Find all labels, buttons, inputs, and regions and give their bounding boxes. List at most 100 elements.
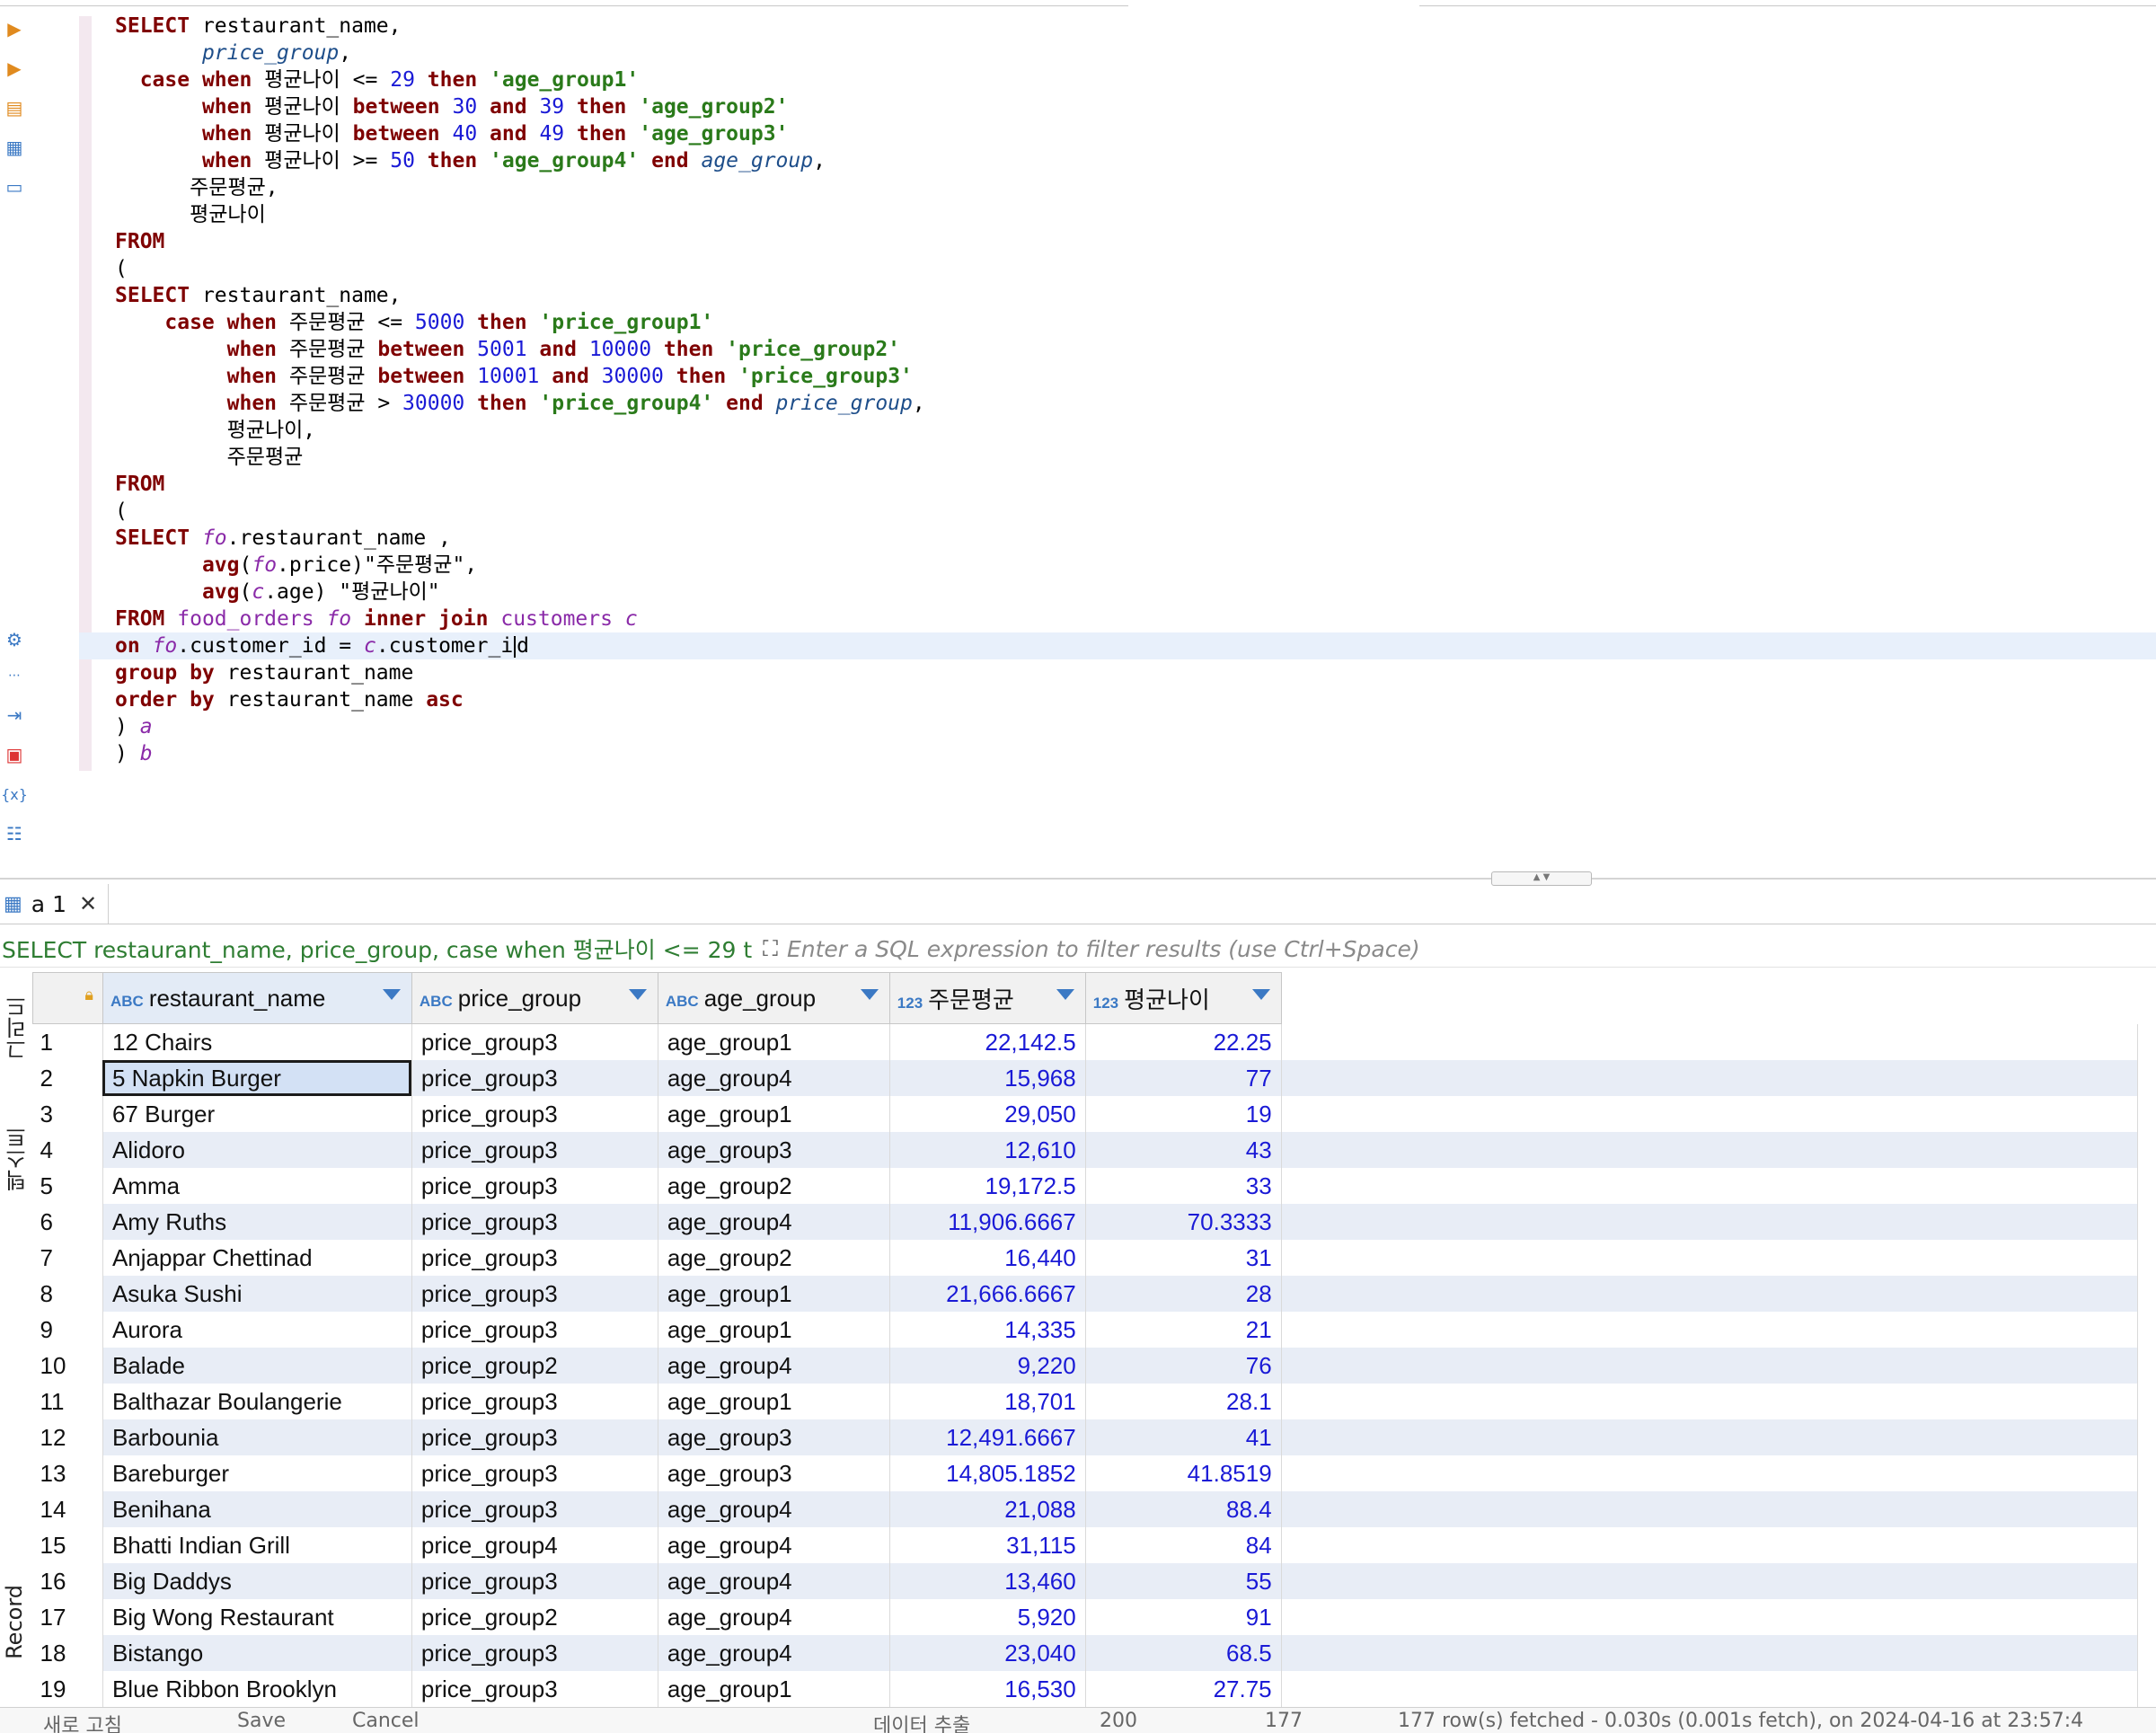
table-cell[interactable]: 21: [1084, 1312, 1282, 1348]
chevron-down-icon[interactable]: [382, 989, 401, 1000]
code-line[interactable]: order by restaurant_name asc: [115, 686, 2156, 713]
execute-script-icon[interactable]: ▤: [4, 97, 25, 119]
table-cell[interactable]: 77: [1084, 1060, 1282, 1096]
execute-statement-icon[interactable]: ▶: [4, 18, 25, 40]
table-cell[interactable]: 70.3333: [1084, 1204, 1282, 1240]
table-cell[interactable]: 31: [1084, 1240, 1282, 1276]
table-cell[interactable]: age_group3: [657, 1455, 890, 1491]
fetch-size-input[interactable]: 200: [1100, 1710, 1137, 1732]
table-cell[interactable]: 11,906.6667: [888, 1204, 1086, 1240]
table-cell[interactable]: age_group3: [657, 1419, 890, 1455]
table-row[interactable]: 15 Bhatti Indian Grill price_group4 age_gro…: [32, 1527, 2139, 1563]
outline-icon[interactable]: ☷: [4, 823, 25, 844]
table-cell[interactable]: age_group2: [657, 1168, 890, 1204]
table-cell[interactable]: price_group3: [411, 1204, 658, 1240]
row-number[interactable]: 3: [32, 1096, 103, 1132]
table-cell[interactable]: 28: [1084, 1276, 1282, 1312]
table-cell[interactable]: price_group3: [411, 1635, 658, 1671]
row-number[interactable]: 18: [32, 1635, 103, 1671]
close-icon[interactable]: ✕: [79, 891, 97, 916]
table-row[interactable]: 8 Asuka Sushi price_group3 age_group1 21,666…: [32, 1276, 2139, 1312]
code-line[interactable]: 평균나이,: [115, 417, 2156, 444]
table-cell[interactable]: price_group3: [411, 1168, 658, 1204]
table-cell[interactable]: Bistango: [102, 1635, 412, 1671]
code-line[interactable]: when 주문평균 between 5001 and 10000 then 'p…: [115, 336, 2156, 363]
table-cell[interactable]: 19: [1084, 1096, 1282, 1132]
code-line[interactable]: group by restaurant_name: [115, 659, 2156, 686]
export-button[interactable]: 데이터 추출: [873, 1710, 970, 1733]
refresh-button[interactable]: 새로 고침: [43, 1710, 122, 1733]
table-cell[interactable]: 55: [1084, 1563, 1282, 1599]
column-header-average-age[interactable]: 123 평균나이: [1084, 972, 1282, 1024]
table-cell[interactable]: 21,088: [888, 1491, 1086, 1527]
row-number[interactable]: 19: [32, 1671, 103, 1707]
code-line[interactable]: avg(fo.price)"주문평균",: [115, 552, 2156, 579]
row-number[interactable]: 2: [32, 1060, 103, 1096]
execute-in-new-tab-icon[interactable]: ▶: [4, 57, 25, 79]
row-number[interactable]: 16: [32, 1563, 103, 1599]
table-cell[interactable]: price_group3: [411, 1312, 658, 1348]
table-cell[interactable]: price_group2: [411, 1348, 658, 1384]
table-cell[interactable]: Alidoro: [102, 1132, 412, 1168]
table-row[interactable]: 5 Amma price_group3 age_group2 19,172.5 33: [32, 1168, 2139, 1204]
table-cell[interactable]: age_group4: [657, 1204, 890, 1240]
row-number[interactable]: 4: [32, 1132, 103, 1168]
save-button[interactable]: Save: [237, 1710, 286, 1732]
sql-editor[interactable]: SELECT restaurant_name, price_group, cas…: [79, 13, 2156, 767]
explain-plan-icon[interactable]: ▦: [4, 137, 25, 158]
table-cell[interactable]: price_group3: [411, 1563, 658, 1599]
table-cell[interactable]: age_group1: [657, 1312, 890, 1348]
table-cell[interactable]: 31,115: [888, 1527, 1086, 1563]
code-line[interactable]: FROM: [115, 471, 2156, 498]
chevron-down-icon[interactable]: [1251, 989, 1270, 1000]
row-number[interactable]: 11: [32, 1384, 103, 1419]
table-cell[interactable]: 13,460: [888, 1563, 1086, 1599]
table-cell[interactable]: 16,530: [888, 1671, 1086, 1707]
table-row[interactable]: 7 Anjappar Chettinad price_group3 age_group…: [32, 1240, 2139, 1276]
table-cell[interactable]: 84: [1084, 1527, 1282, 1563]
row-number[interactable]: 7: [32, 1240, 103, 1276]
row-number[interactable]: 12: [32, 1419, 103, 1455]
table-cell[interactable]: Benihana: [102, 1491, 412, 1527]
table-row[interactable]: 10 Balade price_group2 age_group4 9,220 76: [32, 1348, 2139, 1384]
code-line[interactable]: (: [115, 498, 2156, 525]
code-line[interactable]: avg(c.age) "평균나이": [115, 579, 2156, 606]
table-cell[interactable]: 16,440: [888, 1240, 1086, 1276]
table-cell[interactable]: 9,220: [888, 1348, 1086, 1384]
table-row[interactable]: 1 12 Chairs price_group3 age_group1 22,142.5…: [32, 1023, 2139, 1060]
table-cell[interactable]: 88.4: [1084, 1491, 1282, 1527]
row-number[interactable]: 10: [32, 1348, 103, 1384]
table-cell[interactable]: price_group3: [411, 1096, 658, 1132]
row-number[interactable]: 17: [32, 1599, 103, 1635]
column-header-age-group[interactable]: ABC age_group: [657, 972, 890, 1024]
row-number[interactable]: 15: [32, 1527, 103, 1563]
table-row[interactable]: 4 Alidoro price_group3 age_group3 12,610 43: [32, 1132, 2139, 1168]
table-cell[interactable]: Bhatti Indian Grill: [102, 1527, 412, 1563]
table-cell[interactable]: age_group1: [657, 1384, 890, 1419]
table-cell[interactable]: age_group4: [657, 1348, 890, 1384]
column-header-price-group[interactable]: ABC price_group: [411, 972, 658, 1024]
table-cell[interactable]: 68.5: [1084, 1635, 1282, 1671]
record-view-tab[interactable]: Record: [2, 1585, 27, 1659]
text-view-tab[interactable]: 텍스트: [2, 1127, 33, 1191]
table-cell[interactable]: 67 Burger: [102, 1096, 412, 1132]
table-cell[interactable]: 21,666.6667: [888, 1276, 1086, 1312]
table-cell[interactable]: Blue Ribbon Brooklyn: [102, 1671, 412, 1707]
table-row[interactable]: 18 Bistango price_group3 age_group4 23,040 68…: [32, 1635, 2139, 1671]
table-row[interactable]: 14 Benihana price_group3 age_group4 21,088 88…: [32, 1491, 2139, 1527]
table-cell[interactable]: price_group3: [411, 1132, 658, 1168]
load-script-icon[interactable]: ⇥: [4, 704, 25, 726]
table-row[interactable]: 16 Big Daddys price_group3 age_group4 13,460…: [32, 1563, 2139, 1599]
table-cell[interactable]: Big Daddys: [102, 1563, 412, 1599]
table-cell[interactable]: 91: [1084, 1599, 1282, 1635]
row-number[interactable]: 13: [32, 1455, 103, 1491]
table-cell[interactable]: Big Wong Restaurant: [102, 1599, 412, 1635]
table-cell[interactable]: 29,050: [888, 1096, 1086, 1132]
code-line[interactable]: SELECT restaurant_name,: [115, 282, 2156, 309]
table-cell[interactable]: 12 Chairs: [102, 1023, 412, 1060]
row-number[interactable]: 14: [32, 1491, 103, 1527]
column-header-order-average[interactable]: 123 주문평균: [888, 972, 1086, 1024]
table-cell[interactable]: price_group2: [411, 1599, 658, 1635]
table-cell[interactable]: age_group1: [657, 1276, 890, 1312]
code-line[interactable]: 주문평균: [115, 444, 2156, 471]
